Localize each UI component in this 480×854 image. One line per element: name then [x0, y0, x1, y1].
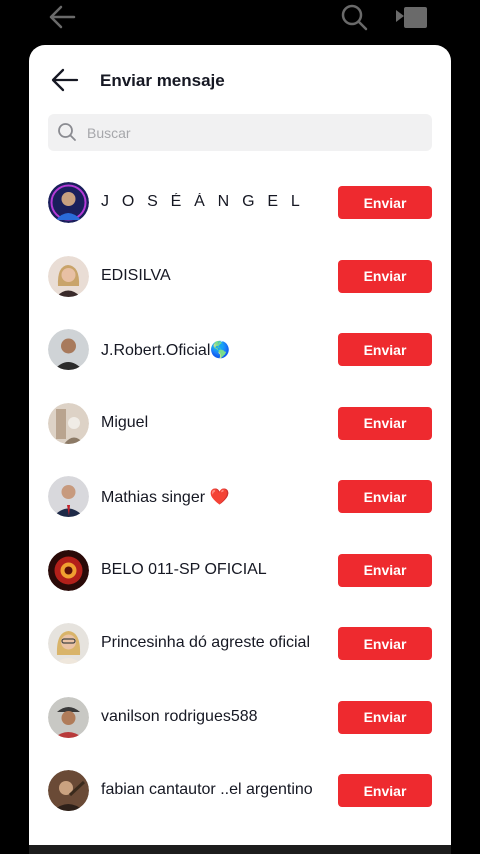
back-arrow-icon[interactable]	[44, 2, 80, 32]
contact-name: Miguel	[101, 413, 149, 431]
send-button[interactable]: Enviar	[338, 553, 432, 587]
top-bar	[0, 0, 480, 40]
avatar[interactable]	[48, 402, 89, 444]
list-item: Miguel Enviar	[29, 386, 451, 460]
avatar[interactable]	[48, 696, 89, 738]
send-button[interactable]: Enviar	[338, 480, 432, 513]
list-item: EDISILVA Enviar	[29, 239, 451, 313]
contact-name: fabian cantautor ..el argentino	[101, 781, 313, 798]
back-arrow-icon[interactable]	[49, 65, 81, 95]
avatar[interactable]	[48, 255, 89, 297]
contact-name: J.Robert.Oficial🌎	[101, 342, 231, 359]
search-placeholder: Buscar	[87, 125, 131, 141]
search-input[interactable]: Buscar	[48, 114, 432, 151]
avatar[interactable]	[48, 770, 89, 811]
list-item: fabian cantautor ..el argentino Enviar	[29, 753, 451, 827]
contact-name: vanilson rodrigues588	[101, 707, 258, 725]
search-icon[interactable]	[338, 2, 370, 32]
sheet-header: Enviar mensaje	[29, 45, 451, 113]
list-item: J.Robert.Oficial🌎 Enviar	[29, 312, 451, 386]
avatar[interactable]	[48, 476, 89, 517]
list-item: Princesinha dó agreste oficial Enviar	[29, 606, 451, 680]
contact-name: BELO 011-SP OFICIAL	[101, 560, 267, 578]
contact-name: Princesinha dó agreste oficial	[101, 634, 311, 651]
avatar[interactable]	[48, 329, 89, 370]
send-button[interactable]: Enviar	[338, 186, 432, 219]
avatar[interactable]	[48, 549, 89, 591]
send-button[interactable]: Enviar	[338, 774, 432, 807]
avatar[interactable]	[48, 623, 89, 664]
contact-name: J O S É Á N G E L	[101, 193, 304, 210]
send-button[interactable]: Enviar	[338, 406, 432, 440]
contact-name: EDISILVA	[101, 266, 171, 284]
list-item: Mathias singer ❤️ Enviar	[29, 459, 451, 533]
search-icon	[58, 123, 76, 141]
list-item: J O S É Á N G E L Enviar	[29, 165, 451, 239]
avatar[interactable]	[48, 182, 89, 223]
bottom-bar	[29, 845, 451, 854]
video-icon[interactable]	[392, 4, 432, 32]
send-message-sheet: Enviar mensaje Buscar J O S É Á N G E L …	[29, 45, 451, 845]
contact-list: J O S É Á N G E L Enviar EDISILVA Enviar…	[29, 165, 451, 827]
send-button[interactable]: Enviar	[338, 627, 432, 660]
send-button[interactable]: Enviar	[338, 700, 432, 734]
send-button[interactable]: Enviar	[338, 333, 432, 366]
list-item: vanilson rodrigues588 Enviar	[29, 680, 451, 754]
list-item: BELO 011-SP OFICIAL Enviar	[29, 533, 451, 607]
send-button[interactable]: Enviar	[338, 259, 432, 293]
page-title: Enviar mensaje	[100, 71, 225, 90]
contact-name: Mathias singer ❤️	[101, 489, 230, 506]
